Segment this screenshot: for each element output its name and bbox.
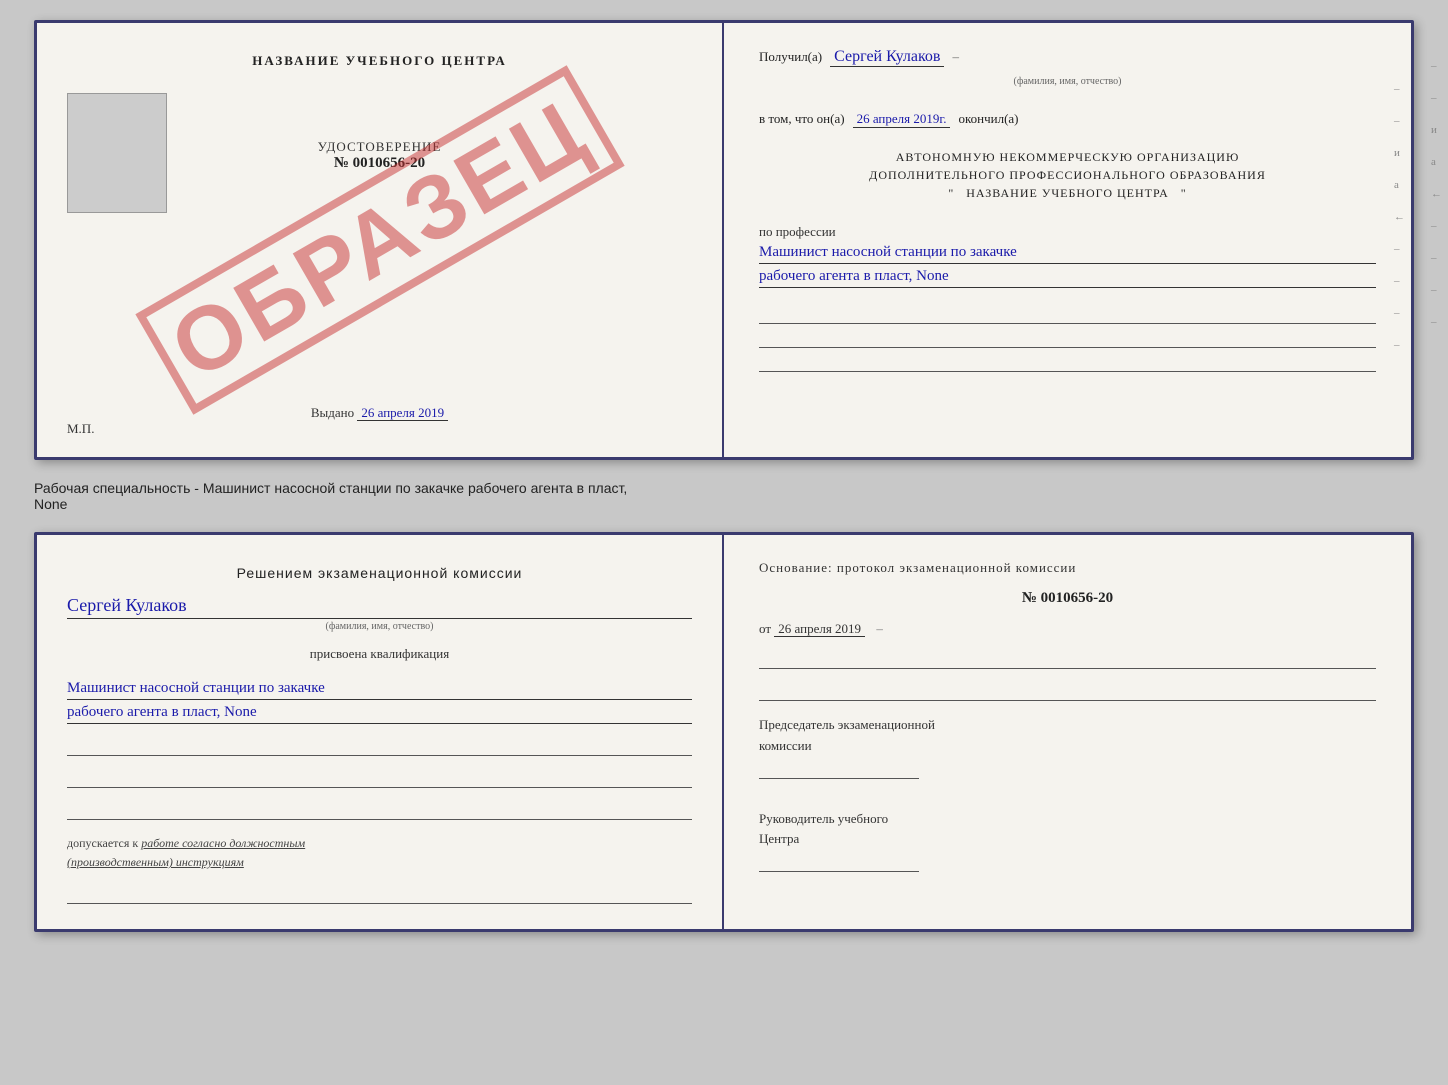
- org-line2: ДОПОЛНИТЕЛЬНОГО ПРОФЕССИОНАЛЬНОГО ОБРАЗО…: [759, 166, 1376, 184]
- right-blank-1: [759, 655, 1376, 669]
- bottom-name-hint: (фамилия, имя, отчество): [67, 621, 692, 632]
- po-professii-label: по профессии: [759, 224, 836, 239]
- ot-date-line: от 26 апреля 2019 –: [759, 621, 1376, 637]
- predsedatel-block: Председатель экзаменационной комиссии: [759, 715, 1376, 779]
- допускается-block: допускается к работе согласно должностны…: [67, 834, 692, 872]
- dash-line-1: [759, 310, 1376, 324]
- predsedatel-label: Председатель экзаменационной комиссии: [759, 715, 1376, 757]
- blank-line-4: [67, 890, 692, 904]
- okonchil-label: окончил(а): [958, 111, 1018, 127]
- dash-line-3: [759, 358, 1376, 372]
- between-label-line1: Рабочая специальность - Машинист насосно…: [34, 480, 1414, 496]
- b-mark-4: а: [1431, 156, 1442, 168]
- vydano-date: 26 апреля 2019: [357, 405, 448, 421]
- between-label: Рабочая специальность - Машинист насосно…: [34, 476, 1414, 516]
- rukovoditel-block: Руководитель учебного Центра: [759, 809, 1376, 873]
- bottom-doc-right: Основание: протокол экзаменационной коми…: [724, 535, 1411, 929]
- side-mark-6: –: [1394, 243, 1405, 255]
- bottom-right-side-marks: – – и а ← – – – –: [1431, 60, 1442, 328]
- poluchil-row: Получил(а) Сергей Кулаков –: [759, 48, 1376, 67]
- bottom-doc-left: Решением экзаменационной комиссии Сергей…: [37, 535, 724, 929]
- between-label-line2: None: [34, 496, 1414, 512]
- dash-line-2: [759, 334, 1376, 348]
- допускается-label: допускается к: [67, 836, 138, 850]
- b-mark-6: –: [1431, 220, 1442, 232]
- qual-block: Машинист насосной станции по закачке раб…: [67, 676, 692, 724]
- po-professii-block: по профессии Машинист насосной станции п…: [759, 224, 1376, 288]
- top-doc-right: Получил(а) Сергей Кулаков – (фамилия, им…: [724, 23, 1411, 457]
- b-mark-7: –: [1431, 252, 1442, 264]
- b-mark-5: ←: [1431, 188, 1442, 200]
- obrazec-watermark: ОБРАЗЕЦ: [135, 65, 624, 414]
- blank-line-2: [67, 774, 692, 788]
- side-mark-2: –: [1394, 115, 1405, 127]
- vtom-row: в том, что он(а) 26 апреля 2019г. окончи…: [759, 111, 1376, 128]
- side-mark-8: –: [1394, 307, 1405, 319]
- udostoverenie-title: УДОСТОВЕРЕНИЕ: [318, 139, 442, 155]
- protocol-number: № 0010656-20: [759, 590, 1376, 607]
- b-mark-2: –: [1431, 92, 1442, 104]
- udostoverenie-number: № 0010656-20: [318, 155, 442, 172]
- poluchil-name: Сергей Кулаков: [830, 48, 944, 67]
- mp-label: М.П.: [67, 421, 94, 437]
- ot-dash: –: [876, 621, 883, 636]
- side-mark-5: ←: [1394, 211, 1405, 223]
- top-doc-left: НАЗВАНИЕ УЧЕБНОГО ЦЕНТРА УДОСТОВЕРЕНИЕ №…: [37, 23, 724, 457]
- familiya-hint: (фамилия, имя, отчество): [1014, 76, 1122, 87]
- side-mark-7: –: [1394, 275, 1405, 287]
- blank-line-1: [67, 742, 692, 756]
- profession-line2: рабочего агента в пласт, None: [759, 268, 1376, 288]
- b-mark-8: –: [1431, 284, 1442, 296]
- ot-label: от: [759, 621, 771, 636]
- side-mark-9: –: [1394, 339, 1405, 351]
- qual-line2: рабочего агента в пласт, None: [67, 704, 692, 724]
- right-blank-2: [759, 687, 1376, 701]
- side-marks-right: – – и а ← – – – –: [1394, 83, 1405, 351]
- b-mark-1: –: [1431, 60, 1442, 72]
- rukovoditel-label: Руководитель учебного Центра: [759, 809, 1376, 851]
- side-mark-3: и: [1394, 147, 1405, 159]
- ot-date: 26 апреля 2019: [774, 621, 865, 637]
- dash-lines: [759, 306, 1376, 372]
- vydano-line: Выдано 26 апреля 2019: [311, 385, 448, 421]
- b-mark-3: и: [1431, 124, 1442, 136]
- org-line3: " НАЗВАНИЕ УЧЕБНОГО ЦЕНТРА ": [759, 184, 1376, 202]
- osnovanie-title: Основание: протокол экзаменационной коми…: [759, 560, 1376, 576]
- org-block: АВТОНОМНУЮ НЕКОММЕРЧЕСКУЮ ОРГАНИЗАЦИЮ ДО…: [759, 148, 1376, 202]
- vydano-label: Выдано: [311, 405, 354, 420]
- prisvoena-label: присвоена квалификация: [67, 646, 692, 662]
- side-mark-1: –: [1394, 83, 1405, 95]
- predsedatel-signature: [759, 765, 919, 779]
- b-mark-9: –: [1431, 316, 1442, 328]
- resheniem-title: Решением экзаменационной комиссии: [67, 565, 692, 581]
- qual-line1: Машинист насосной станции по закачке: [67, 680, 692, 700]
- bottom-name: Сергей Кулаков: [67, 595, 692, 619]
- bottom-name-block: Сергей Кулаков (фамилия, имя, отчество): [67, 595, 692, 632]
- top-document-spread: НАЗВАНИЕ УЧЕБНОГО ЦЕНТРА УДОСТОВЕРЕНИЕ №…: [34, 20, 1414, 460]
- photo-placeholder: [67, 93, 167, 213]
- vtom-date: 26 апреля 2019г.: [853, 111, 951, 128]
- side-mark-4: а: [1394, 179, 1405, 191]
- org-line1: АВТОНОМНУЮ НЕКОММЕРЧЕСКУЮ ОРГАНИЗАЦИЮ: [759, 148, 1376, 166]
- bottom-document-spread: Решением экзаменационной комиссии Сергей…: [34, 532, 1414, 932]
- profession-line1: Машинист насосной станции по закачке: [759, 244, 1376, 264]
- vtom-label: в том, что он(а): [759, 111, 845, 127]
- rukovoditel-signature: [759, 858, 919, 872]
- poluchil-label: Получил(а): [759, 49, 822, 65]
- blank-line-3: [67, 806, 692, 820]
- left-center-title: НАЗВАНИЕ УЧЕБНОГО ЦЕНТРА: [252, 53, 507, 69]
